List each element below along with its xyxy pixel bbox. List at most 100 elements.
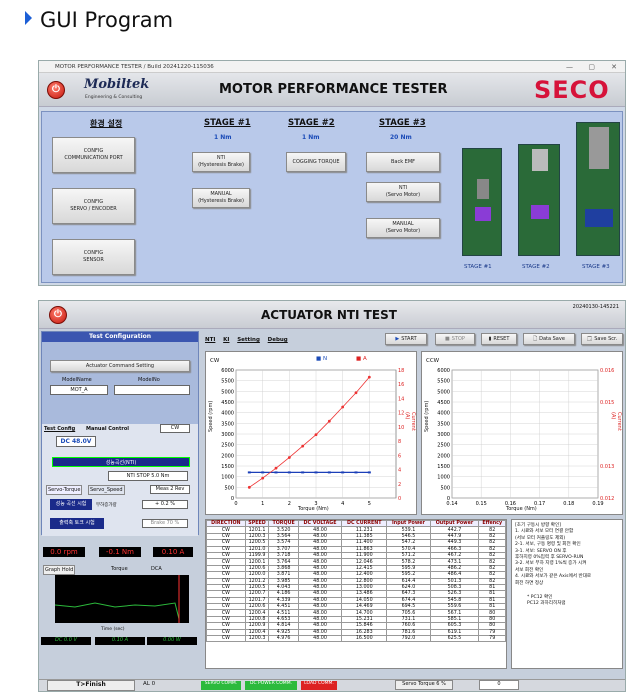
current-point xyxy=(274,466,278,470)
table-row: CW 1200.4 4.511 48.00 14.700 705.6 567.1 80 xyxy=(206,609,506,617)
back-emf-button[interactable]: Back EMF xyxy=(366,152,440,172)
nti-stop-field[interactable]: NTI STOP 5.0 Nm xyxy=(108,471,188,481)
main-panel: 환경 설정 CONFIG COMMUNICATION PORT CONFIG S… xyxy=(41,111,623,283)
x-tick-label: 5 xyxy=(368,501,371,507)
table-cell: 1200.7 xyxy=(244,590,270,598)
y-tick-label: 3000 xyxy=(437,432,450,438)
table-cell: 1200.5 xyxy=(244,539,270,547)
current-readout: 0.10 A xyxy=(153,547,193,557)
current-point xyxy=(354,391,358,395)
stage1-manual-button[interactable]: MANUAL (Hysteresis Brake) xyxy=(192,188,250,208)
y2-tick-label: 8 xyxy=(398,439,401,445)
stage1-nti-button[interactable]: NTI (Hysteresis Brake) xyxy=(192,152,250,172)
table-cell: 1199.9 xyxy=(244,551,270,560)
maximize-icon[interactable]: ▢ xyxy=(588,61,595,73)
stage3-image-label: STAGE #3 xyxy=(582,264,610,270)
perf-test-button[interactable]: 성능 곡선 시험 xyxy=(50,499,92,510)
app-header: ⏻ Mobiltek Engineering & Consulting MOTO… xyxy=(39,73,625,107)
stop-button[interactable]: ■ STOP xyxy=(435,333,475,345)
stage3-torque: 20 Nm xyxy=(390,134,412,141)
close-icon[interactable]: ✕ xyxy=(611,61,617,73)
reset-label: RESET xyxy=(493,335,510,342)
stage3-manual-button[interactable]: MANUAL (Servo Motor) xyxy=(366,218,440,238)
table-row: CW 1201.1 3.520 48.00 11.231 539.1 442.7 82 xyxy=(206,526,506,534)
config-comm-button[interactable]: CONFIG COMMUNICATION PORT xyxy=(52,137,135,173)
stage2-torque: 1 Nm xyxy=(302,134,320,141)
stop-label: STOP xyxy=(451,335,465,342)
power-icon[interactable]: ⏻ xyxy=(47,81,65,99)
actuator-command-button[interactable]: Actuator Command Setting xyxy=(50,360,190,372)
x-tick-label: 1 xyxy=(261,501,264,507)
nti-tabs: NTI KI Setting Debug xyxy=(205,337,294,343)
test-config-panel: Test Configuration Actuator Command Sett… xyxy=(41,331,199,536)
y-tick-label: 500 xyxy=(224,485,234,491)
table-cell: 1201.0 xyxy=(244,545,270,553)
config-sensor-label: CONFIG SENSOR xyxy=(83,250,104,263)
model-name-field[interactable]: MOT_A xyxy=(50,385,108,395)
table-header-cell: Input Power xyxy=(386,519,431,528)
direction-field[interactable]: CW xyxy=(160,424,190,433)
y-tick-label: 4500 xyxy=(437,400,450,406)
tab-servo-torque[interactable]: Servo-Torque xyxy=(46,485,83,495)
tab-test-config[interactable]: Test Config xyxy=(44,426,75,432)
x-tick-label: 0 xyxy=(234,501,237,507)
tab-servo-speed[interactable]: Servo_Speed xyxy=(88,485,125,495)
stage3-title: STAGE #3 xyxy=(379,118,426,128)
triangle-bullet-icon xyxy=(25,11,32,25)
power-icon[interactable]: ⏻ xyxy=(49,306,67,324)
table-cell: 1200.3 xyxy=(244,634,270,643)
y-tick-label: 0 xyxy=(231,496,234,502)
motor-tester-window: MOTOR PERFORMANCE TESTER / Build 2024122… xyxy=(38,60,626,286)
save-screen-button[interactable]: 🗔 Save Scr. xyxy=(581,333,623,345)
table-header-cell: SPEED xyxy=(244,519,270,528)
cw-chart-svg: 0 1 2 3 4 50500100015002000250030003500400045… xyxy=(221,368,404,507)
x-tick-label: 0.18 xyxy=(563,501,574,507)
finish-button[interactable]: T>Finish xyxy=(47,680,135,691)
timestamp: 20240130-145221 xyxy=(572,304,619,310)
table-cell: 625.5 xyxy=(429,634,480,643)
tab-debug[interactable]: Debug xyxy=(268,337,288,343)
brake-field[interactable]: Brake 70 % xyxy=(142,519,188,528)
tab-ki[interactable]: KI xyxy=(223,337,229,343)
ccw-chart-svg: 0.14 0.15 0.16 0.17 0.18 0.190500100015002000… xyxy=(437,368,614,507)
data-save-button[interactable]: 🗋 Data Save xyxy=(523,333,575,345)
output-torque-test-button[interactable]: 출력축 토크 시험 xyxy=(50,518,104,529)
env-title: 환경 설정 xyxy=(90,119,123,128)
model-no-field[interactable] xyxy=(114,385,190,395)
voltage-field[interactable]: DC 48.0V xyxy=(56,436,96,447)
minimize-icon[interactable]: — xyxy=(566,61,573,73)
servo-torque-field: Servo Torque 6 % xyxy=(395,680,453,690)
performance-curve-select[interactable]: 성능곡선(NTI) xyxy=(52,457,190,467)
stage3-nti-button[interactable]: NTI (Servo Motor) xyxy=(366,182,440,202)
cogging-torque-button[interactable]: COGGING TORQUE xyxy=(286,152,346,172)
start-button[interactable]: ▶ START xyxy=(385,333,427,345)
dca-legend: DCA xyxy=(151,566,162,572)
graph-hold-button[interactable]: Graph Hold xyxy=(43,565,76,575)
tab-setting[interactable]: Setting xyxy=(237,337,260,343)
y-tick-label: 1500 xyxy=(221,464,234,470)
config-tabs-area: Test Config Manual Control CW DC 48.0V 성… xyxy=(42,424,198,536)
table-row: CW 1200.8 4.653 48.00 15.231 731.1 585.1 80 xyxy=(206,615,506,624)
app-heading: MOTOR PERFORMANCE TESTER xyxy=(219,82,448,97)
meas-field[interactable]: Meas 2 Rev xyxy=(150,485,190,494)
nti-header: ⏻ ACTUATOR NTI TEST 20240130-145221 xyxy=(39,301,625,329)
config-sensor-button[interactable]: CONFIG SENSOR xyxy=(52,239,135,275)
x-tick-label: 4 xyxy=(341,501,344,507)
y-tick-label: 500 xyxy=(440,485,450,491)
stage1-torque: 1 Nm xyxy=(214,134,232,141)
tab-manual-control[interactable]: Manual Control xyxy=(86,426,129,432)
table-cell: 1200.4 xyxy=(244,609,270,617)
table-cell: 792.0 xyxy=(386,634,431,643)
table-header-cell: TORQUE xyxy=(268,519,299,528)
reset-button[interactable]: ▮ RESET xyxy=(481,333,517,345)
current-point xyxy=(367,375,371,379)
y2-tick-label: 0 xyxy=(398,496,401,502)
model-no-label: ModelNo xyxy=(138,377,160,383)
load-increment-field[interactable]: + 0.2 % xyxy=(142,500,188,509)
stage3-manual-label: MANUAL (Servo Motor) xyxy=(385,221,421,234)
config-servo-button[interactable]: CONFIG SERVO / ENCODER xyxy=(52,188,135,224)
save-icon: 🗋 xyxy=(533,335,538,342)
counter-field[interactable]: 0 xyxy=(479,680,519,690)
tab-nti[interactable]: NTI xyxy=(205,337,215,343)
y-tick-label: 2000 xyxy=(437,453,450,459)
